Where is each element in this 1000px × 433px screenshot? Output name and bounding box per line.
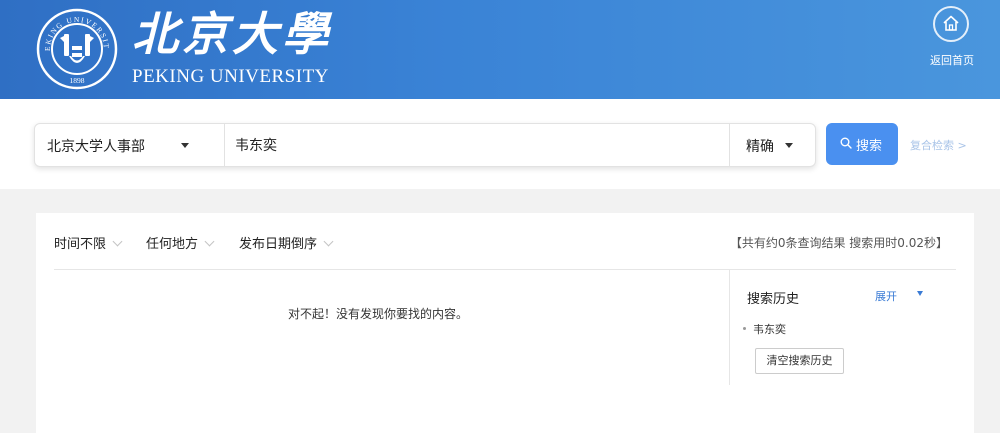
sort-filter[interactable]: 发布日期倒序 xyxy=(239,233,334,252)
caret-down-icon[interactable] xyxy=(917,291,923,296)
search-button-label: 搜索 xyxy=(856,139,883,154)
sort-filter-label: 发布日期倒序 xyxy=(239,237,318,252)
location-filter-label: 任何地方 xyxy=(146,237,199,252)
search-icon xyxy=(840,137,852,149)
pku-seal-logo[interactable]: PEKING UNIVERSITY 1898 xyxy=(33,1,118,90)
search-area: 北京大学人事部 精确 搜索 复合检索 > xyxy=(0,99,1000,189)
search-box: 北京大学人事部 精确 xyxy=(34,123,816,167)
logo-english-wordmark: PEKING UNIVERSITY xyxy=(132,66,329,87)
home-icon[interactable] xyxy=(933,6,969,42)
result-stats: 【共有约0条查询结果 搜索用时0.02秒】 xyxy=(729,236,948,250)
search-button[interactable]: 搜索 xyxy=(826,123,898,165)
time-filter-label: 时间不限 xyxy=(54,237,107,252)
home-link[interactable]: 返回首页 xyxy=(922,6,982,68)
history-expand-link[interactable]: 展开 xyxy=(875,288,897,304)
match-mode-value: 精确 xyxy=(746,139,774,155)
caret-down-icon xyxy=(785,143,793,148)
scope-dropdown[interactable]: 北京大学人事部 xyxy=(35,124,225,166)
chevron-down-icon xyxy=(204,236,215,247)
site-header: PEKING UNIVERSITY 1898 北京大學 PEKING UNIVE… xyxy=(0,0,1000,99)
match-mode-dropdown[interactable]: 精确 xyxy=(729,124,815,166)
history-item[interactable]: 韦东奕 xyxy=(743,321,786,337)
svg-text:PEKING UNIVERSITY: PEKING UNIVERSITY xyxy=(36,8,111,51)
search-history-panel: 搜索历史 展开 韦东奕 清空搜索历史 xyxy=(729,269,974,385)
home-label[interactable]: 返回首页 xyxy=(922,52,982,68)
logo-chinese-wordmark: 北京大學 xyxy=(132,7,332,61)
search-history-title: 搜索历史 xyxy=(747,292,800,307)
chevron-down-icon xyxy=(112,236,123,247)
results-panel: 时间不限 任何地方 发布日期倒序 【共有约0条查询结果 搜索用时0.02秒】 对… xyxy=(36,213,974,433)
clear-history-button[interactable]: 清空搜索历史 xyxy=(755,348,844,374)
location-filter[interactable]: 任何地方 xyxy=(146,233,215,252)
search-input[interactable] xyxy=(225,124,729,166)
svg-text:1898: 1898 xyxy=(70,76,85,85)
no-results-message: 对不起！没有发现你要找的内容。 xyxy=(288,307,469,321)
advanced-search-link[interactable]: 复合检索 > xyxy=(910,137,967,153)
time-filter[interactable]: 时间不限 xyxy=(54,233,123,252)
caret-down-icon xyxy=(181,143,189,148)
chevron-down-icon xyxy=(323,236,334,247)
scope-dropdown-value: 北京大学人事部 xyxy=(47,139,145,155)
